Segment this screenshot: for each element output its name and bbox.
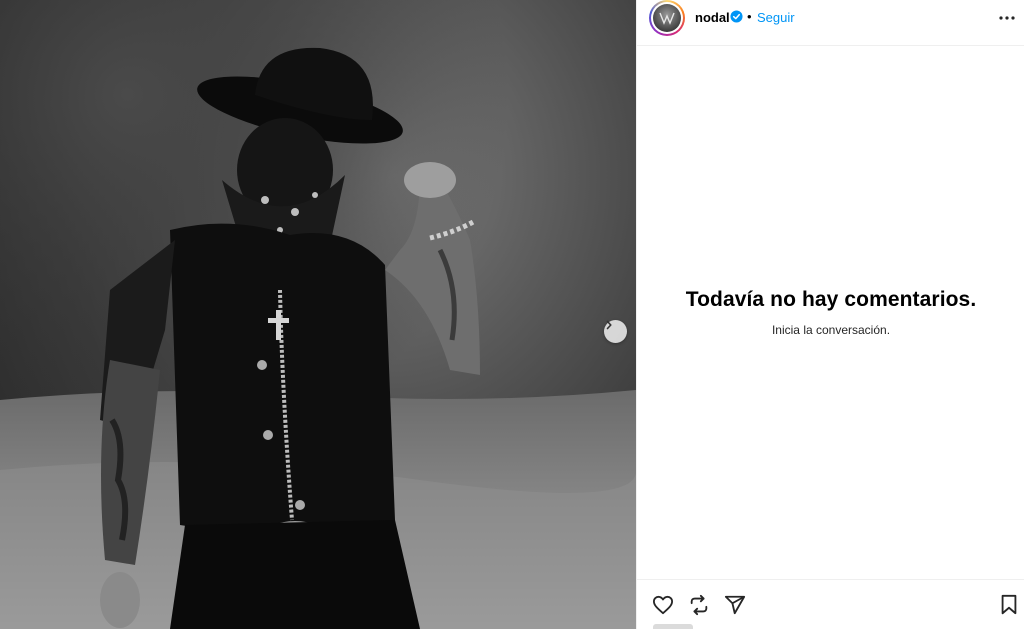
separator-dot: • [747, 9, 752, 24]
like-button[interactable] [651, 593, 675, 617]
more-dots-icon [999, 16, 1015, 20]
next-slide-button[interactable] [604, 320, 627, 343]
bookmark-icon [1001, 594, 1017, 615]
avatar-logo-icon [659, 12, 675, 25]
username[interactable]: nodal [695, 10, 730, 25]
repost-button[interactable] [687, 593, 711, 617]
follow-button[interactable]: Seguir [757, 10, 795, 25]
post-header: nodal • Seguir [637, 0, 1024, 46]
heart-icon [653, 595, 673, 615]
share-icon [724, 595, 746, 615]
avatar[interactable] [649, 0, 685, 36]
post-media[interactable] [0, 0, 636, 629]
share-button[interactable] [723, 593, 747, 617]
post-sidebar: nodal • Seguir Todavía no hay comentario… [636, 0, 1024, 629]
repost-icon [690, 594, 708, 616]
likes-placeholder [653, 624, 693, 629]
post-photo [0, 0, 636, 629]
verified-badge-icon [730, 10, 743, 23]
action-bar [637, 579, 1024, 629]
save-button[interactable] [997, 593, 1021, 617]
empty-comments-subtitle: Inicia la conversación. [771, 323, 891, 337]
chevron-right-icon [606, 320, 612, 330]
empty-comments: Todavía no hay comentarios. Inicia la co… [637, 288, 1024, 337]
empty-comments-title: Todavía no hay comentarios. [685, 288, 977, 311]
more-options-button[interactable] [995, 8, 1019, 28]
